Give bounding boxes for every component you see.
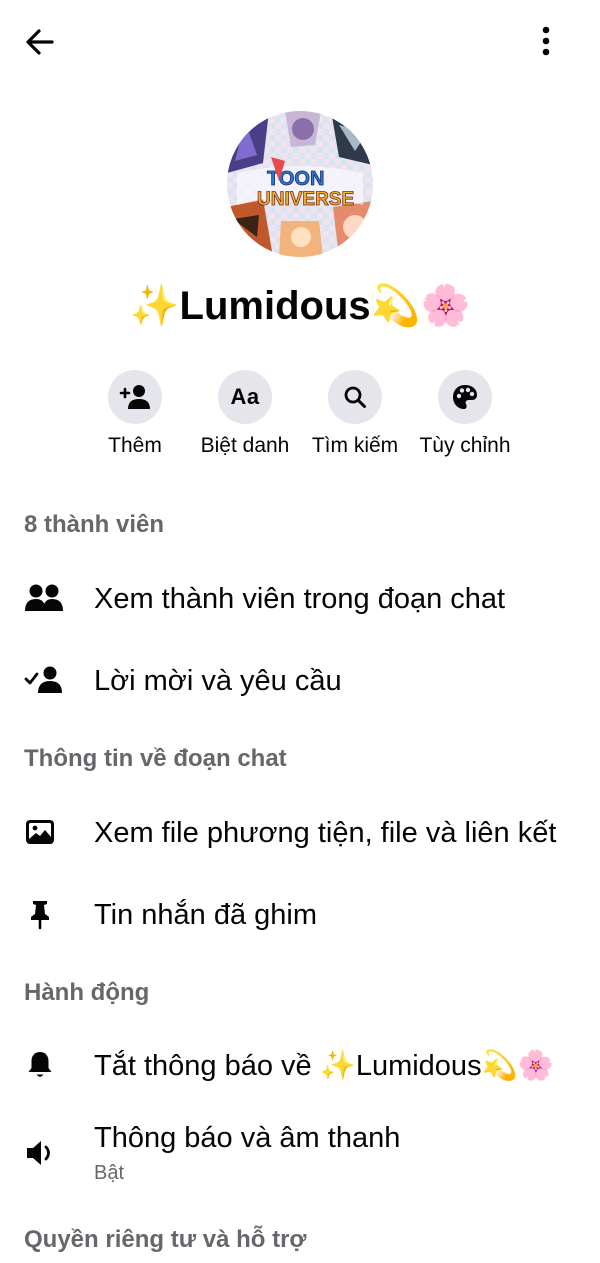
more-options-button[interactable] — [524, 18, 568, 64]
view-media-item[interactable]: Xem file phương tiện, file và liên kết — [0, 796, 600, 868]
more-vertical-icon — [542, 26, 550, 56]
action-label: Tùy chỉnh — [419, 434, 511, 457]
quick-actions: Thêm Aa Biệt danh Tìm kiếm Tùy chỉnh — [80, 370, 520, 466]
arrow-left-icon — [26, 29, 54, 55]
palette-icon — [453, 385, 477, 409]
people-icon — [24, 580, 68, 616]
add-member-action[interactable]: Thêm — [80, 370, 190, 459]
add-person-icon — [119, 385, 150, 409]
image-icon — [24, 814, 68, 850]
top-bar — [0, 0, 600, 84]
view-members-label: Xem thành viên trong đoạn chat — [94, 583, 506, 615]
customize-button[interactable] — [438, 370, 492, 424]
back-button[interactable] — [18, 20, 62, 64]
view-media-label: Xem file phương tiện, file và liên kết — [94, 817, 557, 849]
section-title-chat-info: Thông tin về đoạn chat — [24, 745, 287, 772]
action-label: Thêm — [108, 434, 162, 457]
svg-text:UNIVERSE: UNIVERSE — [257, 189, 354, 210]
customize-action[interactable]: Tùy chỉnh — [410, 370, 520, 459]
invites-requests-label: Lời mời và yêu cầu — [94, 665, 342, 697]
view-members-item[interactable]: Xem thành viên trong đoạn chat — [0, 562, 600, 634]
notifications-sounds-label: Thông báo và âm thanh — [94, 1122, 401, 1154]
notifications-sounds-item[interactable]: Thông báo và âm thanh Bật — [0, 1111, 600, 1201]
svg-text:TOON: TOON — [267, 168, 324, 190]
section-title-privacy: Quyền riêng tư và hỗ trợ — [24, 1226, 307, 1253]
mute-notifications-label: Tắt thông báo về ✨Lumidous💫🌸 — [94, 1050, 554, 1082]
pinned-messages-label: Tin nhắn đã ghim — [94, 899, 318, 931]
invites-requests-item[interactable]: Lời mời và yêu cầu — [0, 644, 600, 716]
speaker-icon — [24, 1135, 68, 1171]
action-label: Tìm kiếm — [311, 434, 399, 457]
section-title-members: 8 thành viên — [24, 511, 165, 538]
nickname-action[interactable]: Aa Biệt danh — [190, 370, 300, 459]
group-name: ✨Lumidous💫🌸 — [129, 284, 471, 328]
nickname-aa-icon: Aa — [230, 384, 260, 409]
add-member-button[interactable] — [108, 370, 162, 424]
search-button[interactable] — [328, 370, 382, 424]
pinned-messages-item[interactable]: Tin nhắn đã ghim — [0, 878, 600, 950]
section-title-actions: Hành động — [24, 979, 150, 1006]
person-check-icon — [24, 662, 68, 698]
notifications-status: Bật — [94, 1162, 125, 1184]
nickname-button[interactable]: Aa — [218, 370, 272, 424]
action-label: Biệt danh — [200, 434, 290, 457]
search-action[interactable]: Tìm kiếm — [300, 370, 410, 459]
pin-icon — [24, 896, 68, 932]
group-avatar-image: TOON UNIVERSE — [227, 111, 373, 257]
search-icon — [344, 386, 366, 408]
mute-notifications-item[interactable]: Tắt thông báo về ✨Lumidous💫🌸 — [0, 1029, 600, 1101]
bell-icon — [24, 1047, 68, 1083]
group-avatar[interactable]: TOON UNIVERSE — [227, 111, 373, 257]
